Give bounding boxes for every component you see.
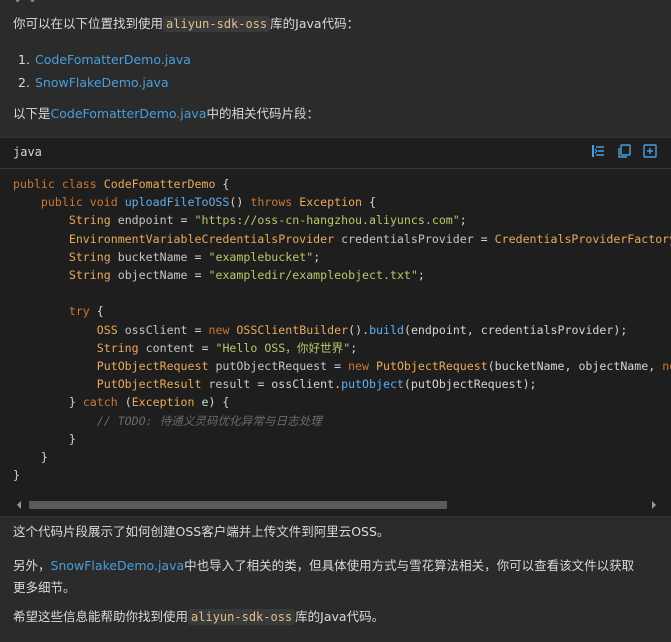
scroll-left-icon[interactable] (17, 501, 21, 509)
file-link-snowflake[interactable]: SnowFlakeDemo.java (35, 75, 169, 90)
scroll-right-icon[interactable] (652, 501, 656, 509)
wrap-lines-icon[interactable] (591, 144, 605, 158)
code-content: public class CodeFomatterDemo { public v… (13, 177, 671, 483)
snippet-intro-before: 以下是 (13, 106, 51, 121)
closing-before: 希望这些信息能帮助你找到使用 (13, 609, 189, 624)
code-language-label: java (13, 145, 42, 159)
snippet-file-link[interactable]: CodeFomatterDemo.java (51, 106, 207, 121)
code-block: java public class CodeFomatterDemo { pub… (0, 137, 671, 517)
list-item: 1. CodeFomatterDemo.java (18, 48, 191, 71)
scrollbar-thumb[interactable] (29, 501, 447, 509)
snippet-intro-after: 中的相关代码片段： (206, 106, 319, 121)
snippet-intro: 以下是CodeFomatterDemo.java中的相关代码片段： (13, 103, 657, 125)
intro-before: 你可以在以下位置找到使用 (13, 16, 164, 31)
closing-inline-code: aliyun-sdk-oss (188, 609, 296, 625)
snowflake-note: 另外，SnowFlakeDemo.java中也导入了相关的类，但具体使用方式与雪… (13, 555, 643, 599)
list-number: 1. (18, 52, 30, 67)
intro-inline-code: aliyun-sdk-oss (163, 16, 271, 32)
insert-icon[interactable] (643, 144, 657, 158)
horizontal-scrollbar[interactable] (13, 501, 658, 509)
closing-after: 库的Java代码。 (295, 609, 385, 624)
intro-after: 库的Java代码： (270, 16, 360, 31)
snowflake-file-link[interactable]: SnowFlakeDemo.java (51, 558, 185, 573)
copy-icon[interactable] (617, 144, 631, 158)
top-ellipsis: • • (14, 0, 38, 8)
code-toolbar (591, 144, 657, 158)
intro-text: 你可以在以下位置找到使用 aliyun-sdk-oss 库的Java代码： (13, 13, 657, 35)
file-link-codeformatter[interactable]: CodeFomatterDemo.java (35, 52, 191, 67)
file-list: 1. CodeFomatterDemo.java 2. SnowFlakeDem… (18, 48, 191, 94)
closing-text: 希望这些信息能帮助你找到使用 aliyun-sdk-oss 库的Java代码。 (13, 606, 657, 628)
note-before: 另外， (13, 558, 51, 573)
list-item: 2. SnowFlakeDemo.java (18, 71, 191, 94)
summary-text: 这个代码片段展示了如何创建OSS客户端并上传文件到阿里云OSS。 (13, 524, 390, 539)
list-number: 2. (18, 75, 30, 90)
code-header: java (0, 138, 671, 169)
